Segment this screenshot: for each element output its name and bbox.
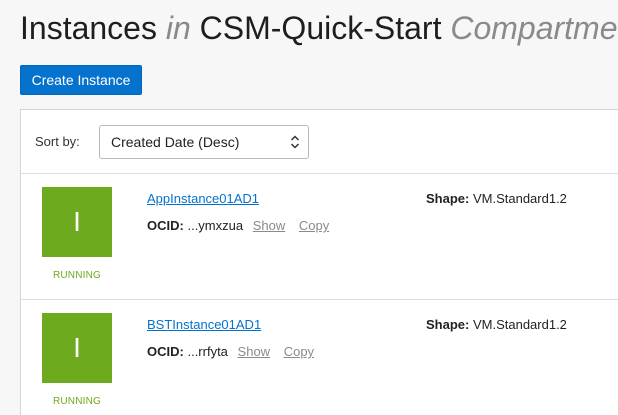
title-in: in	[165, 10, 191, 46]
instance-shape: Shape: VM.Standard1.2	[426, 317, 567, 332]
title-instances: Instances	[20, 10, 157, 46]
sort-label: Sort by:	[35, 134, 80, 149]
sort-select[interactable]: Created Date (Desc)	[99, 125, 309, 159]
chevron-updown-icon	[290, 135, 300, 149]
ocid-show-link[interactable]: Show	[238, 344, 271, 359]
sort-bar: Sort by: Created Date (Desc)	[21, 110, 618, 174]
shape-value: VM.Standard1.2	[472, 191, 567, 206]
ocid-copy-link[interactable]: Copy	[284, 344, 314, 359]
instance-shape: Shape: VM.Standard1.2	[426, 191, 567, 206]
ocid-show-link[interactable]: Show	[253, 218, 286, 233]
instances-panel: Sort by: Created Date (Desc) I RUNNING A…	[20, 109, 618, 415]
instance-status-tile: I	[42, 187, 112, 257]
instance-status-tile: I	[42, 313, 112, 383]
instance-status-text: RUNNING	[52, 396, 102, 407]
page-title: Instances in CSM-Quick-Start Compartment	[20, 8, 618, 48]
ocid-label: OCID:	[147, 218, 184, 233]
instance-row: I RUNNING BSTInstance01AD1 OCID: ...rrfy…	[21, 300, 618, 415]
instance-name-link[interactable]: BSTInstance01AD1	[147, 317, 261, 332]
instance-row: I RUNNING AppInstance01AD1 OCID: ...ymxz…	[21, 174, 618, 300]
ocid-value: ...rrfyta	[187, 344, 228, 359]
shape-label: Shape:	[426, 191, 470, 206]
sort-selected-value: Created Date (Desc)	[111, 134, 240, 150]
ocid-value: ...ymxzua	[187, 218, 244, 233]
shape-value: VM.Standard1.2	[472, 317, 567, 332]
create-instance-button[interactable]: Create Instance	[20, 65, 142, 95]
instance-status-text: RUNNING	[52, 270, 102, 281]
title-compartment-word: Compartment	[450, 10, 618, 46]
instance-name-link[interactable]: AppInstance01AD1	[147, 191, 259, 206]
instance-ocid: OCID: ...rrfyta Show Copy	[147, 344, 314, 359]
shape-label: Shape:	[426, 317, 470, 332]
title-compartment-name: CSM-Quick-Start	[199, 10, 442, 46]
instance-ocid: OCID: ...ymxzua Show Copy	[147, 218, 329, 233]
ocid-copy-link[interactable]: Copy	[299, 218, 329, 233]
ocid-label: OCID:	[147, 344, 184, 359]
